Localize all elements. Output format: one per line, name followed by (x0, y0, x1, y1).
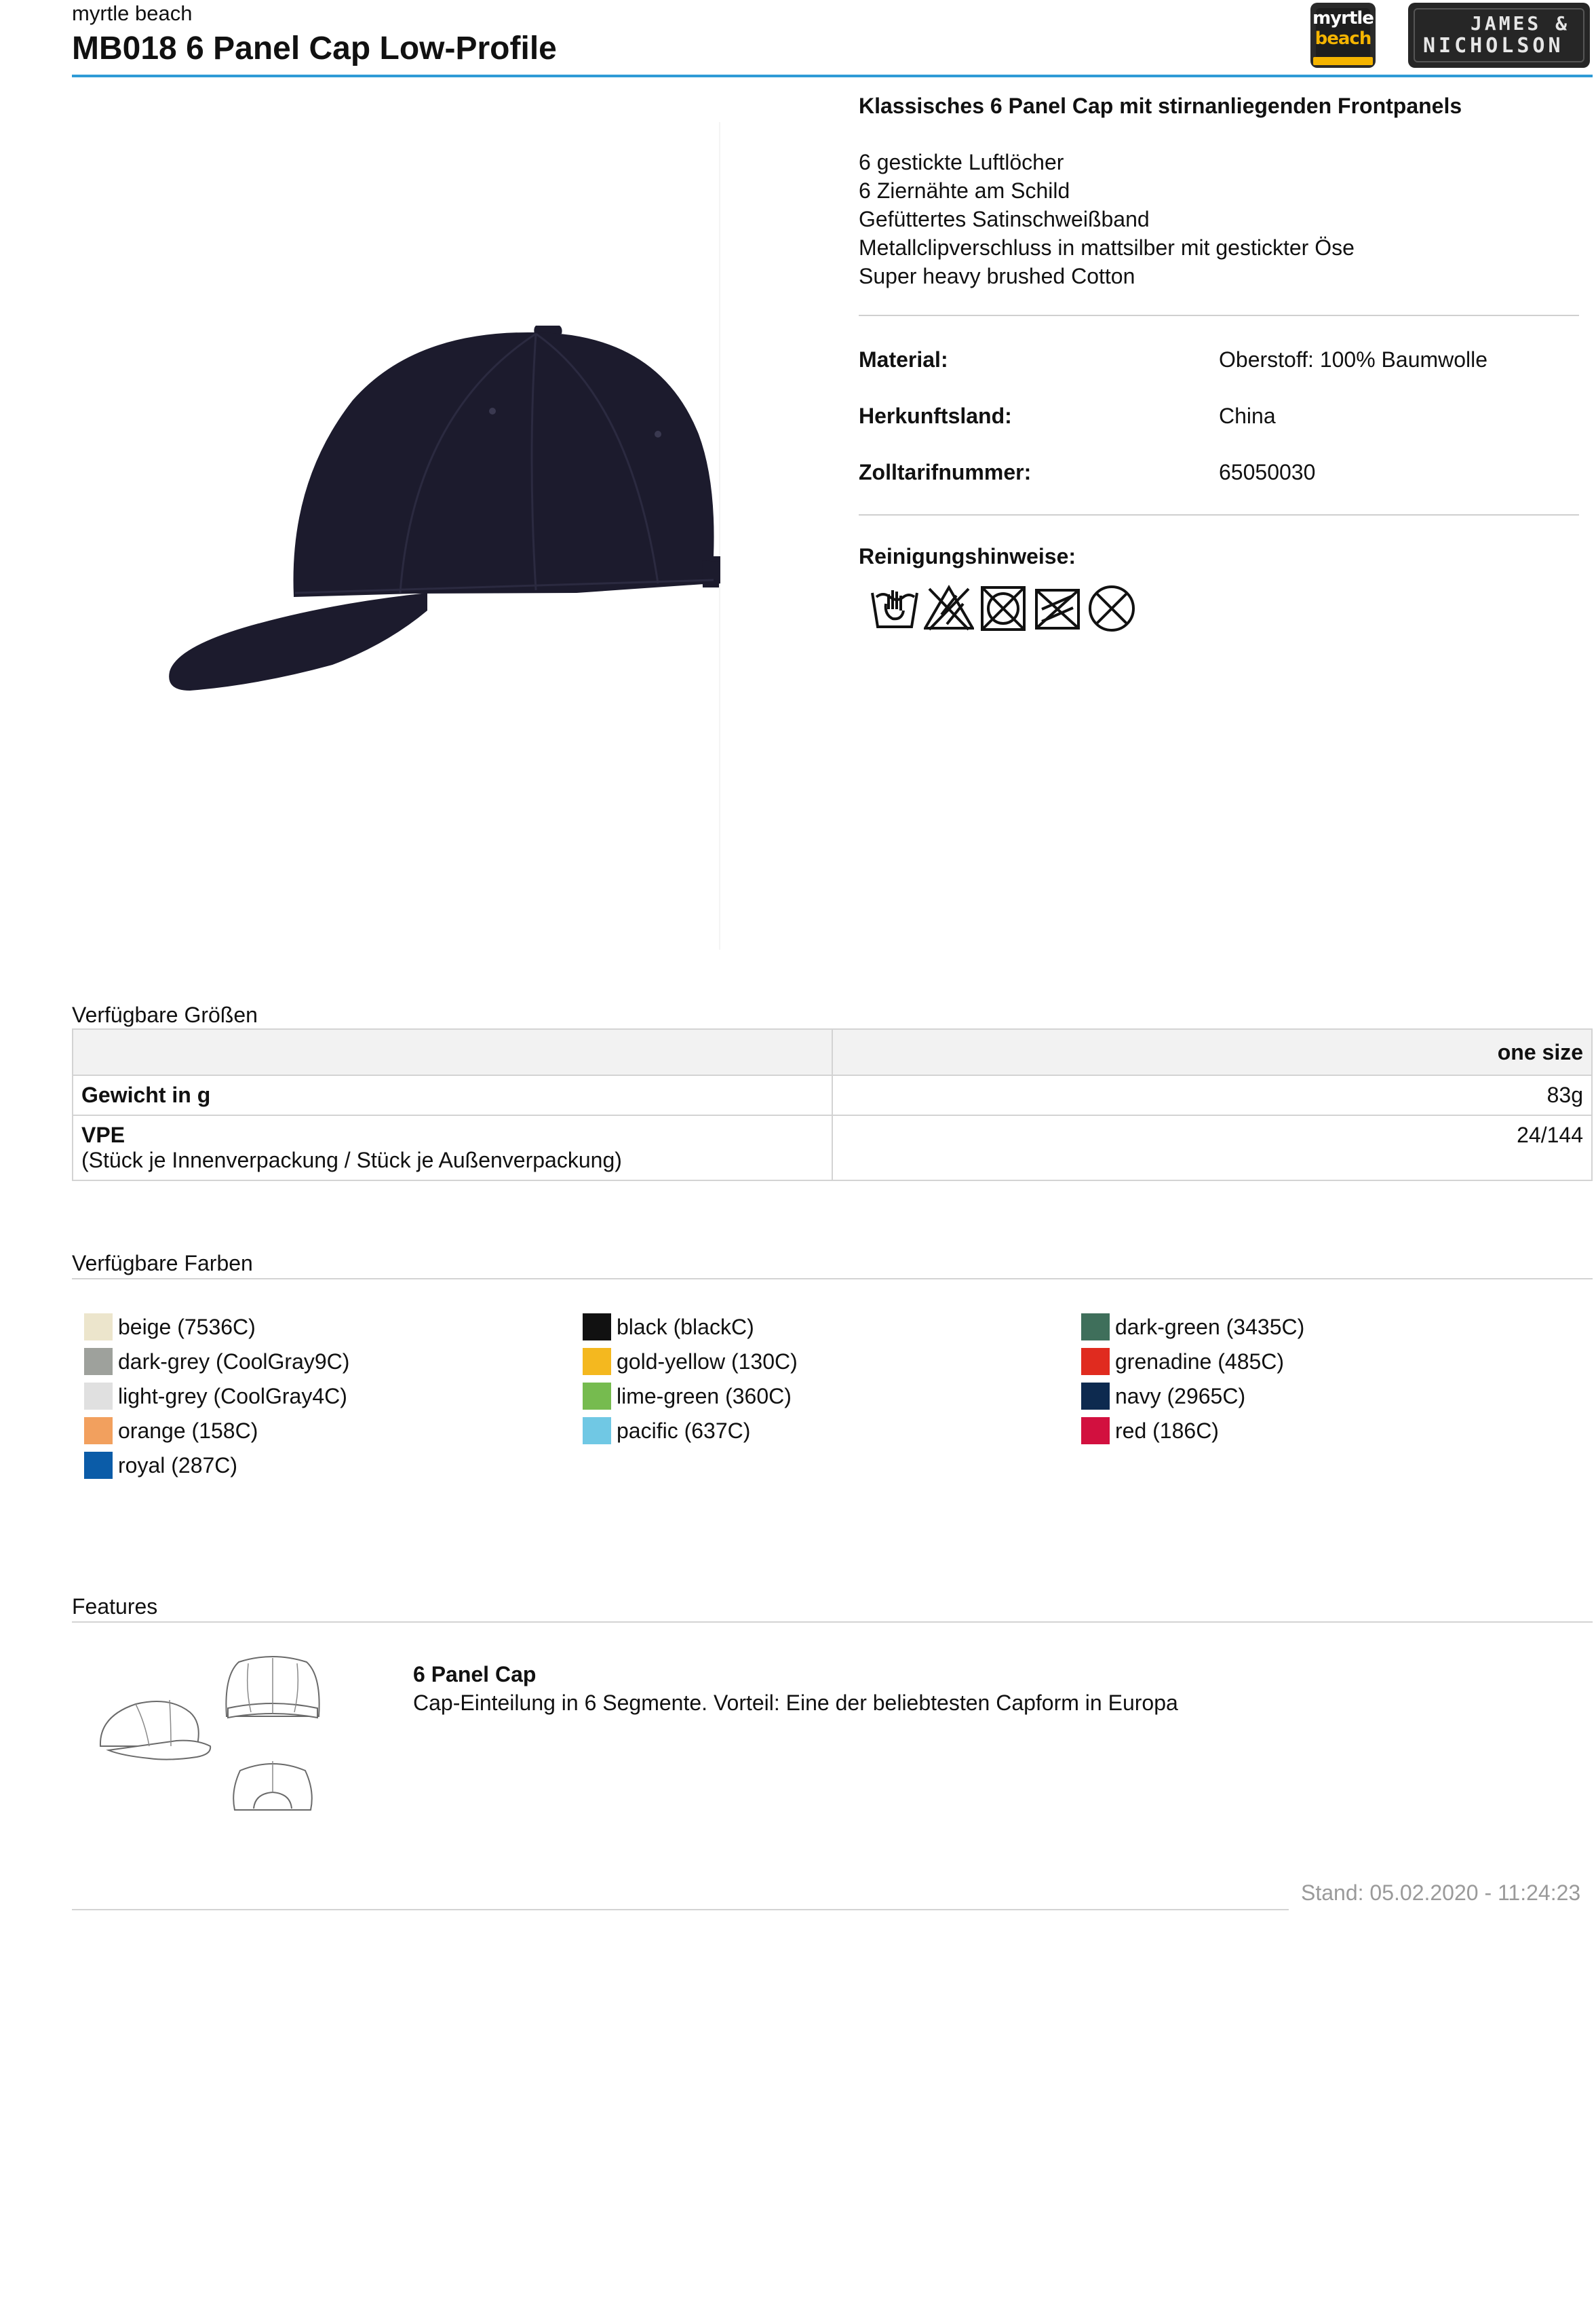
color-item: pacific (637C) (583, 1417, 750, 1444)
color-item: grenadine (485C) (1081, 1348, 1284, 1375)
jn-logo-text-top: JAMES & (1470, 12, 1570, 35)
color-item: navy (2965C) (1081, 1383, 1245, 1410)
spec-label-material: Material: (859, 347, 948, 372)
no-tumble-dry-icon (978, 582, 1028, 634)
footer-divider (72, 1909, 1289, 1910)
color-label: light-grey (CoolGray4C) (118, 1384, 347, 1408)
spec-label-customs: Zolltarifnummer: (859, 460, 1032, 484)
color-swatch (1081, 1417, 1110, 1444)
color-item: light-grey (CoolGray4C) (84, 1383, 347, 1410)
table-header-empty (72, 1028, 833, 1076)
table-row: VPE (Stück je Innenverpackung / Stück je… (72, 1115, 1593, 1181)
color-swatch (84, 1417, 113, 1444)
specs-divider-top (859, 315, 1579, 316)
color-label: black (blackC) (617, 1315, 754, 1339)
care-instructions-label: Reinigungshinweise: (859, 544, 1076, 568)
row-value-vpe: 24/144 (832, 1115, 1593, 1181)
color-label: red (186C) (1115, 1418, 1219, 1443)
spec-value-customs: 65050030 (1219, 460, 1316, 484)
color-swatch (84, 1383, 113, 1410)
colors-divider (72, 1278, 1593, 1279)
james-nicholson-logo: JAMES & NICHOLSON (1408, 3, 1590, 68)
footer-timestamp: Stand: 05.02.2020 - 11:24:23 (1301, 1880, 1581, 1905)
myrtle-logo-text-top: myrtle (1312, 8, 1374, 28)
feature-bullet: 6 gestickte Luftlöcher (859, 150, 1064, 174)
care-symbols (870, 582, 1137, 634)
table-header-row: one size (72, 1028, 1593, 1076)
color-item: orange (158C) (84, 1417, 258, 1444)
feature-title: 6 Panel Cap (413, 1662, 537, 1686)
spec-value-material: Oberstoff: 100% Baumwolle (1219, 347, 1488, 372)
header-divider (72, 75, 1593, 77)
color-item: black (blackC) (583, 1313, 754, 1340)
feature-bullet: Gefüttertes Satinschweißband (859, 207, 1150, 231)
color-swatch (583, 1348, 611, 1375)
color-label: beige (7536C) (118, 1315, 256, 1339)
color-swatch (583, 1417, 611, 1444)
color-item: lime-green (360C) (583, 1383, 792, 1410)
color-label: lime-green (360C) (617, 1384, 792, 1408)
feature-bullet: 6 Ziernähte am Schild (859, 178, 1070, 203)
color-label: royal (287C) (118, 1453, 238, 1478)
size-header-cell: one size (832, 1028, 1593, 1076)
color-label: dark-green (3435C) (1115, 1315, 1305, 1339)
color-item: red (186C) (1081, 1417, 1219, 1444)
color-label: grenadine (485C) (1115, 1349, 1285, 1374)
myrtle-beach-logo: myrtle beach (1310, 3, 1376, 68)
color-swatch (1081, 1383, 1110, 1410)
color-label: dark-grey (CoolGray9C) (118, 1349, 350, 1374)
no-dry-clean-icon (1087, 582, 1137, 634)
jn-logo-text-bottom: NICHOLSON (1423, 34, 1564, 58)
features-divider (72, 1621, 1593, 1623)
color-item: dark-grey (CoolGray9C) (84, 1348, 349, 1375)
hand-wash-icon (870, 582, 920, 634)
sizes-section-title: Verfügbare Größen (72, 1003, 258, 1027)
product-image-cap (169, 326, 720, 691)
table-row: Gewicht in g 83g (72, 1075, 1593, 1116)
color-swatch (583, 1313, 611, 1340)
color-label: navy (2965C) (1115, 1384, 1246, 1408)
specs-divider-bottom (859, 514, 1579, 516)
no-bleach-icon (922, 582, 975, 634)
row-value-weight: 83g (832, 1075, 1593, 1116)
colors-section-title: Verfügbare Farben (72, 1251, 253, 1275)
color-swatch (84, 1348, 113, 1375)
color-item: gold-yellow (130C) (583, 1348, 798, 1375)
color-swatch (84, 1452, 113, 1479)
row-label-weight: Gewicht in g (81, 1083, 211, 1107)
row-sublabel-vpe: (Stück je Innenverpackung / Stück je Auß… (81, 1148, 622, 1172)
feature-bullet-list: 6 gestickte Luftlöcher 6 Ziernähte am Sc… (859, 148, 1355, 290)
feature-bullet: Super heavy brushed Cotton (859, 264, 1135, 288)
color-label: gold-yellow (130C) (617, 1349, 798, 1374)
spec-label-origin: Herkunftsland: (859, 404, 1012, 428)
color-swatch (583, 1383, 611, 1410)
color-swatch (84, 1313, 113, 1340)
brand-name: myrtle beach (72, 1, 193, 25)
page-title: MB018 6 Panel Cap Low-Profile (72, 31, 557, 66)
myrtle-logo-text-bottom: beach (1315, 28, 1372, 49)
color-item: beige (7536C) (84, 1313, 256, 1340)
color-item: dark-green (3435C) (1081, 1313, 1304, 1340)
color-swatch (1081, 1348, 1110, 1375)
spec-value-origin: China (1219, 404, 1276, 428)
row-label-vpe: VPE (81, 1123, 125, 1147)
description-headline: Klassisches 6 Panel Cap mit stirnanliege… (859, 94, 1462, 118)
features-section-title: Features (72, 1594, 158, 1619)
feature-bullet: Metallclipverschluss in mattsilber mit g… (859, 235, 1355, 260)
sizes-table: one size Gewicht in g 83g VPE (Stück je … (72, 1028, 1593, 1181)
feature-description: Cap-Einteilung in 6 Segmente. Vorteil: E… (413, 1691, 1178, 1715)
color-swatch (1081, 1313, 1110, 1340)
no-iron-icon (1032, 582, 1083, 634)
color-label: pacific (637C) (617, 1418, 751, 1443)
color-item: royal (287C) (84, 1452, 237, 1479)
color-label: orange (158C) (118, 1418, 258, 1443)
six-panel-cap-illustration (99, 1656, 320, 1811)
